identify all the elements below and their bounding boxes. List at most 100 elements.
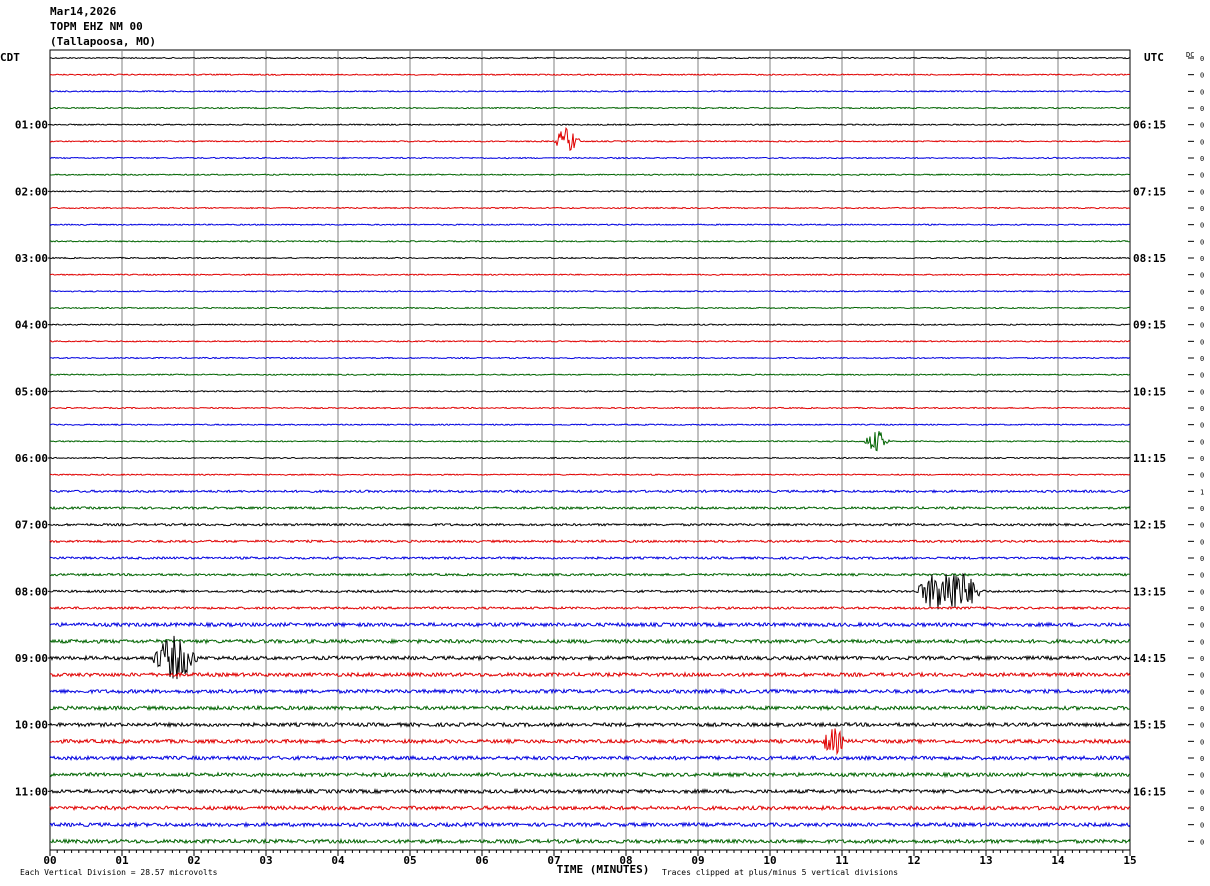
plot-frame (49, 49, 1131, 851)
dc-offset-label: 0 (1200, 438, 1204, 446)
left-time-label: 09:00 (15, 652, 48, 665)
trace-line (49, 390, 1131, 393)
x-tick-label: 00 (43, 854, 56, 867)
trace-line (49, 721, 1131, 729)
x-tick-label: 12 (907, 854, 920, 867)
right-time-label: 08:15 (1133, 252, 1166, 265)
trace-line (49, 56, 1131, 60)
trace-line (49, 406, 1131, 410)
right-time-label: 13:15 (1133, 585, 1166, 598)
dc-offset-label: 0 (1200, 322, 1204, 330)
left-time-label: 07:00 (15, 519, 48, 532)
trace-line (49, 837, 1131, 845)
trace-line (49, 555, 1130, 561)
dc-offset-label: 1 (1200, 488, 1204, 496)
trace-line (49, 323, 1131, 326)
trace-line (49, 505, 1131, 511)
x-tick-label: 02 (187, 854, 200, 867)
right-time-label: 07:15 (1133, 185, 1166, 198)
x-tick-label: 06 (475, 854, 489, 867)
trace-line (49, 489, 1131, 494)
dc-offset-label: 0 (1200, 722, 1204, 730)
dc-offset-label: 0 (1200, 755, 1204, 763)
right-time-label: 14:15 (1133, 652, 1166, 665)
left-time-label: 05:00 (15, 385, 48, 398)
trace-line (49, 754, 1131, 762)
dc-offset-label: 0 (1200, 222, 1204, 230)
dc-offset-label: 0 (1200, 372, 1204, 380)
trace-line (49, 605, 1131, 611)
left-time-label: 03:00 (15, 252, 48, 265)
dc-offset-label: 0 (1200, 705, 1204, 713)
trace-line (49, 572, 1131, 610)
right-time-label: 16:15 (1133, 785, 1166, 798)
dc-offset-label: 0 (1200, 288, 1204, 296)
dc-offset-label: 0 (1200, 738, 1204, 746)
trace-line (49, 456, 1131, 460)
dc-offset-label: 0 (1200, 788, 1204, 796)
dc-offset-label: 0 (1200, 472, 1204, 480)
trace-line (49, 373, 1131, 377)
trace-line (49, 431, 1131, 452)
trace-line (49, 687, 1131, 695)
trace-line (49, 704, 1131, 712)
trace-line (49, 356, 1131, 360)
x-tick-label: 01 (115, 854, 129, 867)
trace-line (49, 306, 1131, 310)
dc-column-label: DC (1186, 51, 1194, 59)
x-tick-label: 14 (1051, 854, 1065, 867)
left-time-label: 02:00 (15, 185, 48, 198)
trace-line (49, 126, 1131, 152)
dc-offset-label: 0 (1200, 622, 1204, 630)
x-tick-label: 04 (331, 854, 345, 867)
trace-line (49, 771, 1131, 779)
left-time-label: 10:00 (15, 719, 48, 732)
trace-line (49, 189, 1131, 193)
trace-line (49, 671, 1131, 678)
x-tick-label: 10 (763, 854, 776, 867)
dc-offset-label: 0 (1200, 422, 1204, 430)
trace-line (49, 223, 1131, 227)
dc-offset-label: 0 (1200, 188, 1204, 196)
right-time-label: 06:15 (1133, 119, 1166, 132)
dc-offset-label: 0 (1200, 105, 1204, 113)
helicorder-plot: 0000000000000000000000000010000000000000… (0, 49, 1204, 877)
trace-line (49, 73, 1131, 77)
x-tick-label: 13 (979, 854, 992, 867)
x-tick-label: 05 (403, 854, 416, 867)
right-time-label: 12:15 (1133, 519, 1166, 532)
trace-line (49, 473, 1131, 477)
right-timezone-label: UTC (1144, 51, 1164, 64)
x-tick-label: 15 (1123, 854, 1136, 867)
dc-offset-label: 0 (1200, 572, 1204, 580)
dc-offset-label: 0 (1200, 405, 1204, 413)
trace-line (49, 89, 1131, 93)
dc-offset-label: 0 (1200, 388, 1204, 396)
dc-offset-label: 0 (1200, 122, 1204, 130)
dc-offset-label: 0 (1200, 355, 1204, 363)
dc-offset-label: 0 (1200, 555, 1204, 563)
left-time-label: 06:00 (15, 452, 48, 465)
dc-offset-label: 0 (1200, 255, 1204, 263)
left-time-label: 11:00 (15, 785, 48, 798)
dc-offset-label: 0 (1200, 838, 1204, 846)
dc-offset-label: 0 (1200, 522, 1204, 530)
trace-line (49, 804, 1131, 812)
trace-line (49, 787, 1131, 795)
dc-offset-label: 0 (1200, 305, 1204, 313)
trace-line (50, 522, 1131, 528)
right-time-label: 09:15 (1133, 319, 1166, 332)
trace-line (49, 539, 1131, 544)
dc-offset-label: 0 (1200, 638, 1204, 646)
left-timezone-label: CDT (0, 51, 20, 64)
left-time-label: 01:00 (15, 119, 48, 132)
dc-offset-label: 0 (1200, 772, 1204, 780)
trace-line (49, 423, 1131, 427)
dc-offset-label: 0 (1200, 605, 1204, 613)
right-time-label: 11:15 (1133, 452, 1166, 465)
trace-line (49, 637, 1131, 645)
dc-offset-label: 0 (1200, 505, 1204, 513)
dc-offset-label: 0 (1200, 805, 1204, 813)
trace-line (49, 106, 1131, 110)
dc-offset-label: 0 (1200, 538, 1204, 546)
